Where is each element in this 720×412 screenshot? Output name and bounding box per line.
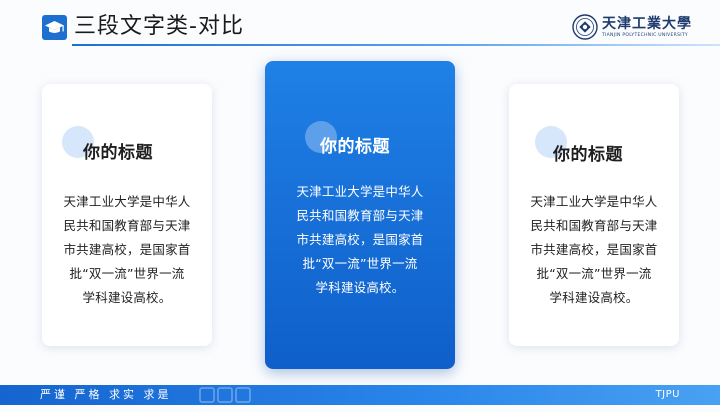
slide-header: 三段文字类-对比 天津工業大學 TIANJIN POLYTECHNIC UNIV… — [0, 0, 720, 50]
card-line: 批“双一流”世界一流 — [302, 256, 418, 271]
card-line: 市共建高校，是国家首 — [63, 242, 191, 257]
card-line: 民共和国教育部与天津 — [296, 208, 424, 223]
card-line: 天津工业大学是中华人 — [63, 194, 191, 209]
card-body: 天津工业大学是中华人 民共和国教育部与天津 市共建高校，是国家首 批“双一流”世… — [42, 190, 212, 310]
card-line: 学科建设高校。 — [82, 290, 172, 305]
card-title: 你的标题 — [320, 137, 390, 157]
card-line: 学科建设高校。 — [315, 280, 405, 295]
university-name: 天津工業大學 — [602, 16, 692, 32]
card-line: 市共建高校，是国家首 — [296, 232, 424, 247]
card-line: 批“双一流”世界一流 — [69, 266, 185, 281]
card-body: 天津工业大学是中华人 民共和国教育部与天津 市共建高校，是国家首 批“双一流”世… — [509, 190, 679, 310]
comparison-card-left: 你的标题 天津工业大学是中华人 民共和国教育部与天津 市共建高校，是国家首 批“… — [42, 84, 212, 346]
card-title: 你的标题 — [553, 145, 623, 165]
card-line: 民共和国教育部与天津 — [63, 218, 191, 233]
university-subtitle: TIANJIN POLYTECHNIC UNIVERSITY — [602, 33, 688, 38]
page-title: 三段文字类-对比 — [74, 14, 244, 39]
card-line: 市共建高校，是国家首 — [530, 242, 658, 257]
card-title: 你的标题 — [83, 143, 153, 163]
university-seal-icon — [572, 14, 598, 40]
university-motto: 严谨 严格 求实 求是 — [40, 388, 172, 401]
comparison-card-center: 你的标题 天津工业大学是中华人 民共和国教育部与天津 市共建高校，是国家首 批“… — [265, 61, 455, 369]
footer-watermark-icon — [196, 385, 256, 405]
card-line: 天津工业大学是中华人 — [530, 194, 658, 209]
slide-footer: 严谨 严格 求实 求是 TJPU — [0, 385, 720, 405]
card-line: 批“双一流”世界一流 — [536, 266, 652, 281]
card-line: 学科建设高校。 — [549, 290, 639, 305]
footer-tag: TJPU — [655, 389, 680, 400]
card-body: 天津工业大学是中华人 民共和国教育部与天津 市共建高校，是国家首 批“双一流”世… — [265, 180, 455, 300]
graduation-cap-icon — [42, 15, 67, 40]
card-line: 民共和国教育部与天津 — [530, 218, 658, 233]
university-logo: 天津工業大學 TIANJIN POLYTECHNIC UNIVERSITY — [572, 12, 691, 46]
card-line: 天津工业大学是中华人 — [296, 184, 424, 199]
comparison-card-right: 你的标题 天津工业大学是中华人 民共和国教育部与天津 市共建高校，是国家首 批“… — [509, 84, 679, 346]
